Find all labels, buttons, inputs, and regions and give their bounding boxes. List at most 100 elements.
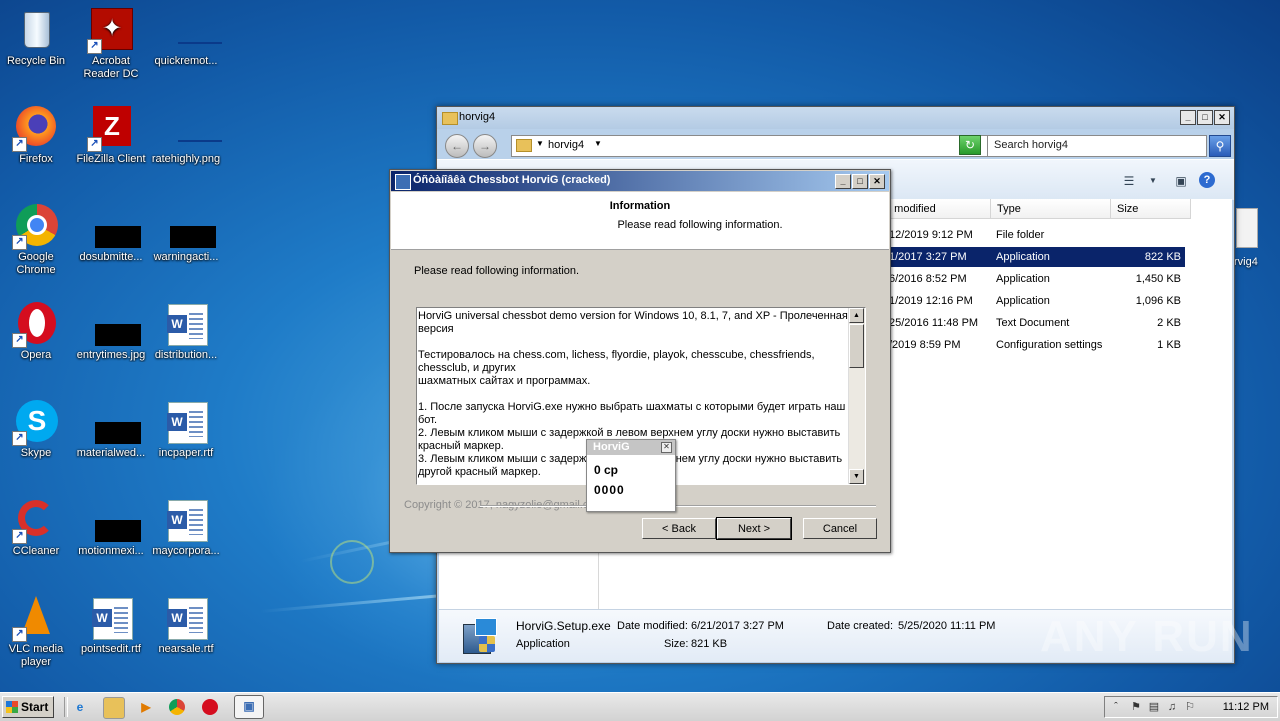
popup-move-value: 0000: [594, 483, 625, 497]
desktop-icon-recycle-bin[interactable]: Recycle Bin: [0, 8, 74, 68]
explorer-navbar: ← → ▼ horvig4 ▼ ▼ ↻ Search horvig4 ⚲: [437, 129, 1234, 159]
maximize-button[interactable]: □: [852, 174, 868, 189]
desktop-icon-motionmexi[interactable]: motionmexi...: [73, 498, 149, 558]
minimize-button[interactable]: _: [1180, 110, 1196, 125]
taskbar-separator: [64, 697, 68, 717]
chevron-down-icon[interactable]: ▼: [594, 139, 602, 148]
internet-explorer-icon[interactable]: e: [70, 697, 90, 717]
scroll-up-icon[interactable]: ▲: [849, 308, 864, 323]
desktop-icon-nearsale[interactable]: W nearsale.rtf: [148, 596, 224, 656]
details-size: 821 KB: [691, 638, 728, 650]
desktop-icon-skype[interactable]: S ↗ Skype: [0, 400, 74, 460]
search-input[interactable]: Search horvig4: [987, 135, 1207, 157]
file-icon: [164, 204, 216, 248]
file-row[interactable]: /2019 8:59 PM Configuration settings 1 K…: [879, 335, 1185, 355]
desktop-icon-warningacti[interactable]: warningacti...: [148, 204, 224, 264]
next-button[interactable]: Next >: [716, 517, 792, 540]
opera-icon: ↗: [12, 302, 58, 348]
forward-arrow-icon[interactable]: →: [473, 134, 497, 158]
preview-pane-icon[interactable]: ▣: [1173, 174, 1189, 188]
maximize-button[interactable]: □: [1197, 110, 1213, 125]
column-type[interactable]: Type: [991, 199, 1111, 219]
desktop-icon-quickremot[interactable]: quickremot...: [148, 8, 224, 68]
desktop-icon-incpaper[interactable]: W incpaper.rtf: [148, 400, 224, 460]
desktop-icon-ratehighly[interactable]: ratehighly.png: [148, 106, 224, 166]
address-bar[interactable]: ▼ horvig4 ▼ ▼: [511, 135, 989, 157]
shortcut-arrow-icon: ↗: [12, 627, 27, 642]
dialog-header-title: Information: [609, 200, 671, 212]
image-file-icon: [164, 106, 222, 150]
media-player-icon[interactable]: ▶: [136, 697, 156, 717]
scrollbar-thumb[interactable]: [849, 324, 864, 368]
dialog-header: Information Please read following inform…: [391, 192, 889, 250]
desktop-icon-firefox[interactable]: ↗ Firefox: [0, 106, 74, 166]
installer-taskbar-icon[interactable]: ▣: [234, 695, 264, 719]
file-row[interactable]: 1/2019 12:16 PM Application 1,096 KB: [879, 291, 1185, 311]
desktop-icon-horvig4-label: rvig4: [1234, 256, 1258, 268]
filezilla-icon: Z ↗: [87, 106, 133, 152]
back-button[interactable]: < Back: [642, 518, 716, 539]
chevron-down-icon[interactable]: ▼: [1145, 174, 1161, 188]
close-icon[interactable]: ✕: [661, 442, 672, 453]
network-icon[interactable]: ▤: [1147, 700, 1161, 714]
close-button[interactable]: ✕: [869, 174, 885, 189]
word-doc-icon: W: [164, 400, 208, 444]
explorer-titlebar[interactable]: horvig4 _ □ ✕: [437, 107, 1234, 129]
flag-icon[interactable]: ⚐: [1183, 700, 1197, 714]
volume-icon[interactable]: ♫: [1165, 700, 1179, 714]
desktop-icon-entrytimes[interactable]: entrytimes.jpg: [73, 302, 149, 362]
image-file-icon: [89, 302, 141, 346]
help-icon[interactable]: ?: [1199, 172, 1215, 188]
action-center-icon[interactable]: ⚑: [1129, 700, 1143, 714]
file-row[interactable]: 12/2019 9:12 PM File folder: [879, 225, 1185, 245]
details-filename: HorviG.Setup.exe: [516, 619, 611, 633]
clock[interactable]: 11:12 PM: [1223, 701, 1269, 713]
column-size[interactable]: Size: [1111, 199, 1191, 219]
desktop-icon-dosubmitte[interactable]: dosubmitte...: [73, 204, 149, 264]
search-icon[interactable]: ⚲: [1209, 135, 1231, 157]
explorer-taskbar-icon[interactable]: [103, 697, 125, 719]
desktop-icon-horvig4-partial[interactable]: [1236, 208, 1258, 248]
chevron-down-icon[interactable]: ▼: [536, 139, 544, 148]
desktop-icon-ccleaner[interactable]: ↗ CCleaner: [0, 498, 74, 558]
minimize-button[interactable]: _: [835, 174, 851, 189]
desktop-icon-pointsedit[interactable]: W pointsedit.rtf: [73, 596, 149, 656]
dialog-titlebar[interactable]: Óñòàíîâêà Chessbot HorviG (cracked) _ □ …: [391, 171, 889, 191]
desktop-icon-distribution[interactable]: W distribution...: [148, 302, 224, 362]
desktop-icon-maycorpora[interactable]: W maycorpora...: [148, 498, 224, 558]
file-icon: [89, 498, 141, 542]
tray-expand-icon[interactable]: ˆ: [1109, 700, 1123, 714]
desktop-icon-chrome[interactable]: ↗ Google Chrome: [0, 204, 74, 277]
skype-icon: S ↗: [12, 400, 58, 446]
close-button[interactable]: ✕: [1214, 110, 1230, 125]
chrome-taskbar-icon[interactable]: [169, 699, 185, 715]
start-button[interactable]: Start: [2, 696, 54, 718]
shortcut-arrow-icon: ↗: [12, 137, 27, 152]
back-arrow-icon[interactable]: ←: [445, 134, 469, 158]
wallpaper-swirl: [330, 540, 374, 584]
details-type: Application: [516, 638, 570, 650]
column-date-modified[interactable]: e modified: [879, 199, 991, 219]
desktop-icon-materialwed[interactable]: materialwed...: [73, 400, 149, 460]
cancel-button[interactable]: Cancel: [803, 518, 877, 539]
refresh-icon[interactable]: ↻: [959, 135, 981, 155]
scroll-down-icon[interactable]: ▼: [849, 469, 864, 484]
desktop-icon-opera[interactable]: ↗ Opera: [0, 302, 74, 362]
desktop-icon-filezilla[interactable]: Z ↗ FileZilla Client: [73, 106, 149, 166]
file-row[interactable]: 6/2016 8:52 PM Application 1,450 KB: [879, 269, 1185, 289]
system-tray: ˆ ⚑ ▤ ♫ ⚐ 11:12 PM: [1104, 696, 1278, 718]
details-size-label: Size:: [664, 638, 689, 650]
textbox-scrollbar[interactable]: ▲ ▼: [848, 308, 865, 484]
file-row-selected[interactable]: 1/2017 3:27 PM Application 822 KB: [879, 247, 1185, 267]
horvig-popup[interactable]: HorviG ✕ 0 cp 0000: [586, 439, 676, 512]
shortcut-arrow-icon: ↗: [12, 235, 27, 250]
desktop-icon-vlc[interactable]: ↗ VLC media player: [0, 596, 74, 669]
shortcut-arrow-icon: ↗: [87, 137, 102, 152]
dialog-title: Óñòàíîâêà Chessbot HorviG (cracked): [413, 174, 611, 186]
details-date-created: 5/25/2020 11:11 PM: [898, 620, 996, 632]
file-row[interactable]: 25/2016 11:48 PM Text Document 2 KB: [879, 313, 1185, 333]
vlc-icon: ↗: [12, 596, 58, 642]
desktop-icon-acrobat[interactable]: ✦ ↗ Acrobat Reader DC: [73, 8, 149, 81]
opera-taskbar-icon[interactable]: [202, 699, 218, 715]
change-view-icon[interactable]: ☰: [1121, 174, 1137, 188]
